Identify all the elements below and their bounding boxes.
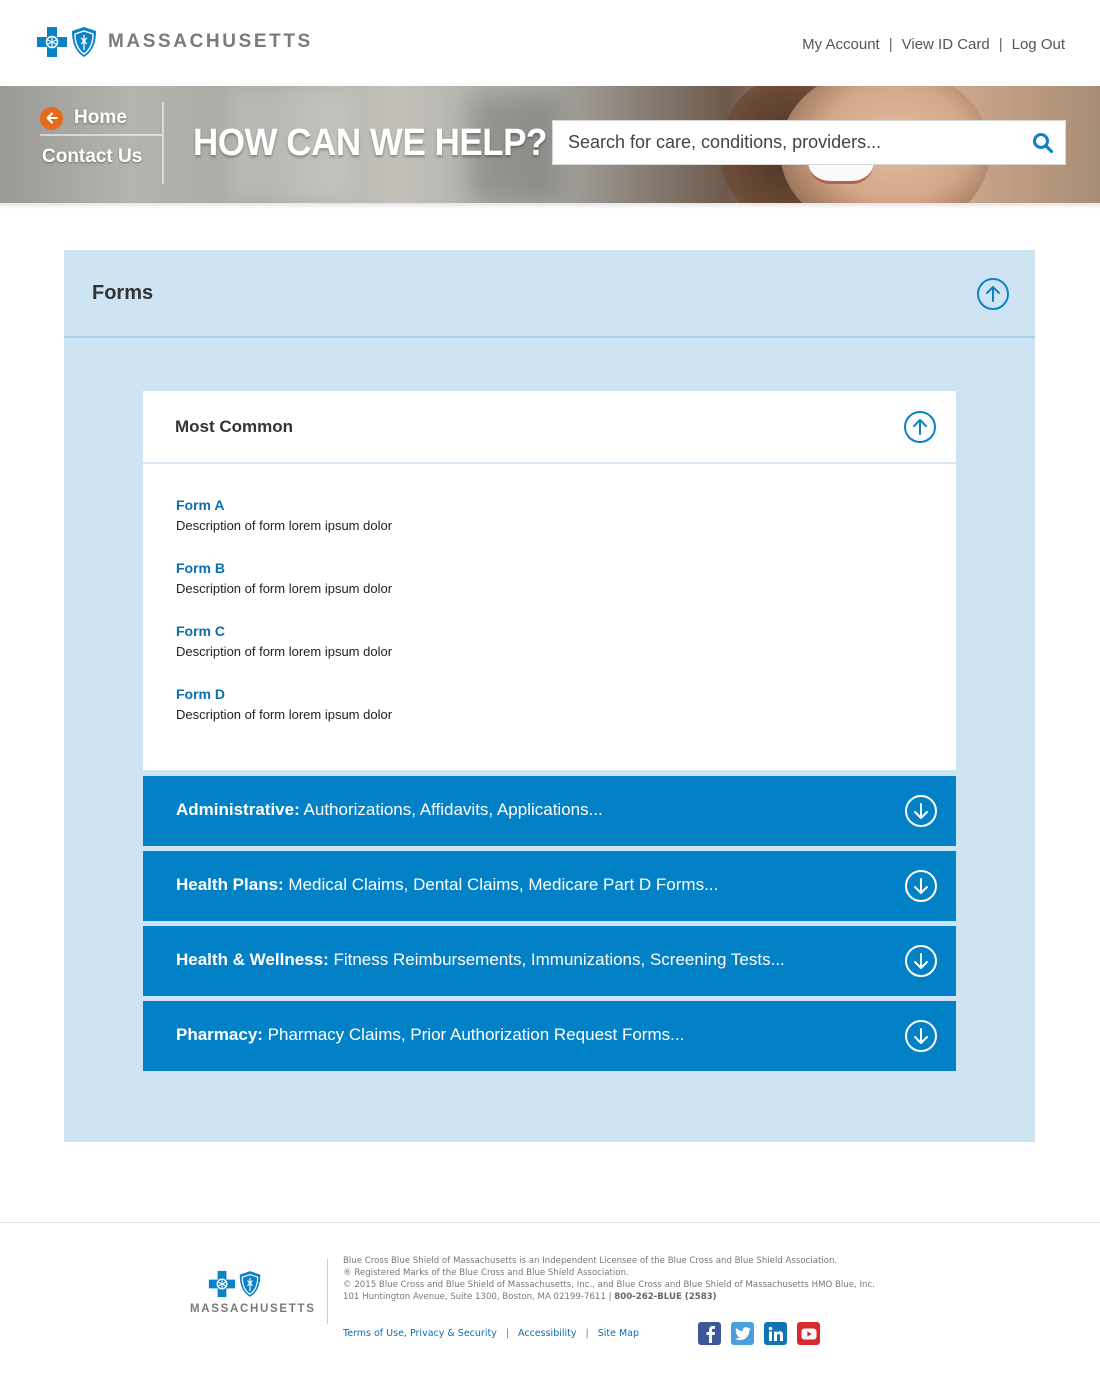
youtube-icon[interactable] — [797, 1322, 820, 1345]
expand-category-button[interactable] — [905, 1020, 937, 1052]
arrow-down-icon — [914, 953, 928, 969]
list-item: Form C Description of form lorem ipsum d… — [176, 623, 392, 686]
arrow-down-icon — [914, 803, 928, 819]
view-id-card-link[interactable]: View ID Card — [902, 36, 990, 53]
phone-number: 800-262-BLUE (2583) — [614, 1292, 717, 1302]
category-administrative[interactable]: Administrative: Authorizations, Affidavi… — [143, 776, 956, 846]
forms-accordion: Forms Most Common Form A Description of … — [64, 250, 1035, 1142]
list-item: Form A Description of form lorem ipsum d… — [176, 497, 392, 560]
form-description: Description of form lorem ipsum dolor — [176, 707, 393, 722]
category-examples: Pharmacy Claims, Prior Authorization Req… — [262, 1025, 685, 1044]
search-icon — [1033, 132, 1054, 153]
accessibility-link[interactable]: Accessibility — [518, 1328, 576, 1339]
expand-category-button[interactable] — [905, 870, 937, 902]
facebook-icon[interactable] — [698, 1322, 721, 1345]
expand-category-button[interactable] — [905, 945, 937, 977]
address: 101 Huntington Avenue, Suite 1300, Bosto… — [343, 1292, 615, 1302]
category-name: Administrative: — [176, 800, 300, 819]
form-description: Description of form lorem ipsum dolor — [176, 518, 393, 533]
form-link[interactable]: Form D — [176, 686, 392, 702]
list-item: Form B Description of form lorem ipsum d… — [176, 560, 392, 623]
hero-shadow — [0, 203, 1100, 209]
nav-separator: | — [888, 36, 893, 53]
category-health-wellness[interactable]: Health & Wellness: Fitness Reimbursement… — [143, 926, 956, 996]
most-common-title: Most Common — [175, 417, 294, 436]
footer-links: Terms of Use, Privacy & Security | Acces… — [343, 1328, 639, 1339]
category-label: Health Plans: Medical Claims, Dental Cla… — [176, 875, 718, 895]
cross-shield-logo-icon — [36, 26, 98, 58]
top-navigation: My Account | View ID Card | Log Out — [802, 36, 1065, 53]
search-box — [552, 120, 1066, 165]
collapse-most-common-button[interactable] — [904, 411, 936, 443]
brand-logo[interactable]: MASSACHUSETTS — [36, 26, 313, 58]
most-common-header[interactable]: Most Common — [143, 391, 956, 464]
hero-quick-links: Home Contact Us — [40, 102, 164, 184]
social-links — [698, 1322, 830, 1345]
nav-separator: | — [998, 36, 1003, 53]
hero-title: HOW CAN WE HELP? — [193, 122, 547, 164]
category-name: Health Plans: — [176, 875, 284, 894]
back-arrow-icon — [40, 106, 63, 130]
contact-us-link[interactable]: Contact Us — [40, 146, 162, 168]
search-input[interactable] — [553, 121, 1021, 164]
legal-line: Blue Cross Blue Shield of Massachusetts … — [343, 1256, 838, 1266]
form-link[interactable]: Form B — [176, 560, 392, 576]
form-link[interactable]: Form A — [176, 497, 392, 513]
footer-separator: | — [585, 1328, 589, 1339]
twitter-icon[interactable] — [731, 1322, 754, 1345]
search-button[interactable] — [1021, 121, 1065, 164]
footer-wordmark: MASSACHUSETTS — [190, 1303, 316, 1315]
forms-accordion-header[interactable]: Forms — [64, 250, 1035, 338]
legal-line: © 2015 Blue Cross and Blue Shield of Mas… — [343, 1280, 875, 1290]
site-header: MASSACHUSETTS My Account | View ID Card … — [0, 0, 1100, 86]
arrow-down-icon — [914, 878, 928, 894]
category-examples: Authorizations, Affidavits, Applications… — [299, 800, 603, 819]
forms-title: Forms — [92, 282, 154, 304]
collapse-forms-button[interactable] — [977, 278, 1009, 310]
form-link[interactable]: Form C — [176, 623, 392, 639]
expand-category-button[interactable] — [905, 795, 937, 827]
terms-link[interactable]: Terms of Use, Privacy & Security — [343, 1328, 497, 1339]
arrow-up-icon — [913, 419, 927, 435]
footer-vertical-divider — [327, 1258, 328, 1324]
log-out-link[interactable]: Log Out — [1012, 36, 1065, 53]
form-description: Description of form lorem ipsum dolor — [176, 644, 393, 659]
category-label: Health & Wellness: Fitness Reimbursement… — [176, 950, 785, 970]
hero-banner: Home Contact Us HOW CAN WE HELP? — [0, 86, 1100, 203]
home-link[interactable]: Home — [40, 102, 162, 136]
category-pharmacy[interactable]: Pharmacy: Pharmacy Claims, Prior Authori… — [143, 1001, 956, 1071]
most-common-section: Most Common Form A Description of form l… — [143, 391, 956, 770]
footer-legal-text: Blue Cross Blue Shield of Massachusetts … — [343, 1255, 875, 1303]
site-map-link[interactable]: Site Map — [598, 1328, 639, 1339]
category-examples: Medical Claims, Dental Claims, Medicare … — [283, 875, 719, 894]
category-examples: Fitness Reimbursements, Immunizations, S… — [328, 950, 785, 969]
category-name: Health & Wellness: — [176, 950, 329, 969]
form-list: Form A Description of form lorem ipsum d… — [176, 497, 392, 749]
footer-divider — [0, 1222, 1100, 1223]
cross-shield-logo-icon — [160, 1270, 310, 1298]
category-health-plans[interactable]: Health Plans: Medical Claims, Dental Cla… — [143, 851, 956, 921]
legal-line: ® Registered Marks of the Blue Cross and… — [343, 1268, 629, 1278]
arrow-up-icon — [986, 286, 1000, 302]
linkedin-icon[interactable] — [764, 1322, 787, 1345]
address-line: 101 Huntington Avenue, Suite 1300, Bosto… — [343, 1291, 875, 1303]
category-label: Pharmacy: Pharmacy Claims, Prior Authori… — [176, 1025, 684, 1045]
category-name: Pharmacy: — [176, 1025, 263, 1044]
footer-logo[interactable]: MASSACHUSETTS — [190, 1270, 316, 1315]
list-item: Form D Description of form lorem ipsum d… — [176, 686, 392, 749]
footer-separator: | — [505, 1328, 510, 1339]
my-account-link[interactable]: My Account — [802, 36, 880, 53]
brand-wordmark: MASSACHUSETTS — [108, 31, 313, 52]
home-link-label: Home — [74, 107, 127, 128]
arrow-down-icon — [914, 1028, 928, 1044]
form-description: Description of form lorem ipsum dolor — [176, 581, 393, 596]
category-label: Administrative: Authorizations, Affidavi… — [176, 800, 603, 820]
